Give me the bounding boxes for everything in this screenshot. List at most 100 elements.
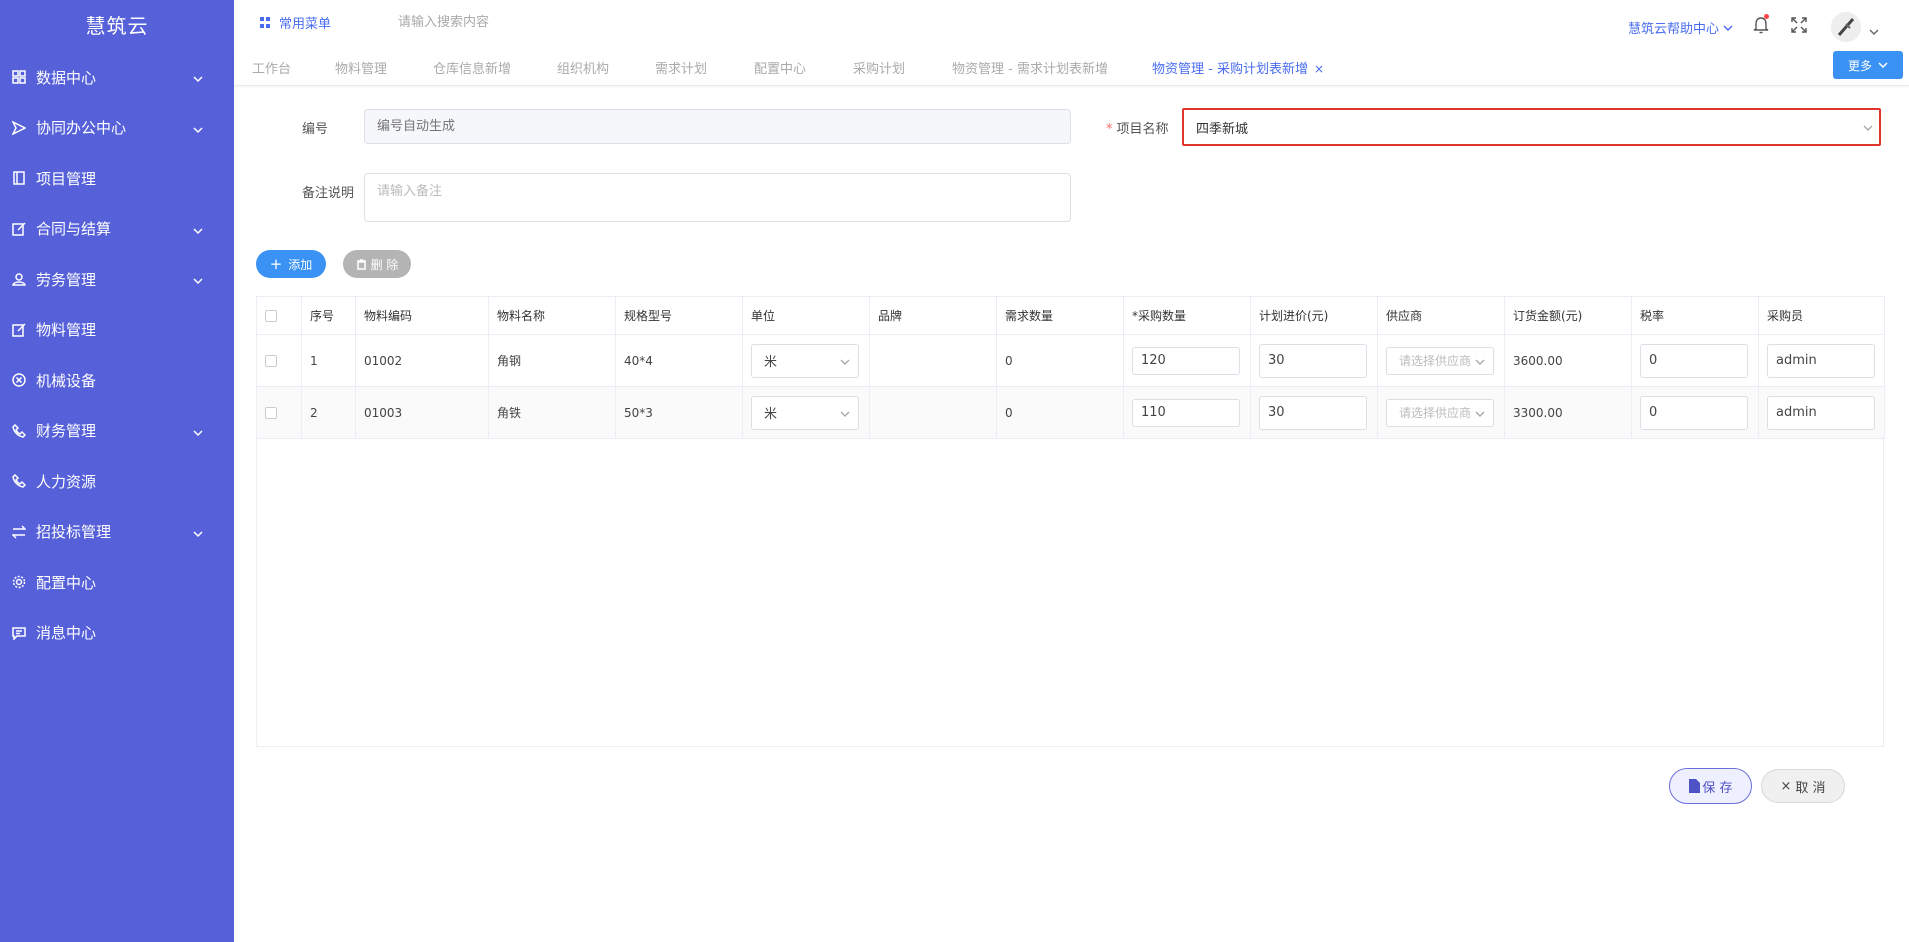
sidebar-item-config[interactable]: 配置中心 — [0, 557, 234, 608]
row-select-cell — [256, 334, 302, 387]
column-header: 品牌 — [869, 296, 997, 335]
sidebar-menu: 数据中心 协同办公中心 项目管理 合同与结算 劳务管理 物料管理 机械设备 财务… — [0, 52, 234, 658]
planned-price-input[interactable]: 30 — [1259, 343, 1367, 378]
row-checkbox[interactable] — [265, 355, 277, 367]
tab-demand-plan[interactable]: 需求计划 — [655, 58, 707, 77]
select-all-checkbox[interactable] — [265, 310, 277, 322]
save-button[interactable]: 保 存 — [1669, 768, 1752, 804]
tab-warehouse-add[interactable]: 仓库信息新增 — [433, 58, 511, 77]
tab-config-center[interactable]: 配置中心 — [754, 58, 806, 77]
buyer-input[interactable]: admin — [1767, 343, 1875, 378]
brand-cell — [869, 334, 997, 387]
chevron-down-icon — [1878, 62, 1888, 69]
planned-price-input[interactable]: 30 — [1259, 395, 1367, 430]
edit-icon — [12, 323, 26, 337]
spec-cell: 40*4 — [615, 334, 743, 387]
buyer-cell: admin — [1758, 386, 1885, 439]
notification-bell-icon[interactable] — [1753, 14, 1769, 34]
favorites-menu[interactable]: 常用菜单 — [260, 13, 331, 32]
chevron-down-icon — [192, 425, 204, 437]
tab-label: 物资管理 - 采购计划表新增 — [1152, 62, 1308, 77]
sidebar-item-label: 消息中心 — [36, 624, 97, 643]
sidebar-item-labor[interactable]: 劳务管理 — [0, 254, 234, 305]
tax-rate-cell: 0 — [1631, 386, 1759, 439]
app-logo-title: 慧筑云 — [85, 14, 149, 38]
sidebar-item-material[interactable]: 物料管理 — [0, 305, 234, 356]
cancel-label: 取 消 — [1795, 780, 1826, 796]
tax-rate-input[interactable]: 0 — [1640, 395, 1748, 430]
sidebar-item-label: 项目管理 — [36, 169, 97, 188]
sidebar-item-contract[interactable]: 合同与结算 — [0, 204, 234, 255]
search-input[interactable] — [398, 10, 638, 34]
fullscreen-icon[interactable] — [1791, 17, 1807, 33]
sidebar-item-finance[interactable]: 财务管理 — [0, 406, 234, 457]
sidebar-item-hr[interactable]: 人力资源 — [0, 456, 234, 507]
select-all-cell — [256, 296, 302, 335]
column-header: 订货金额(元) — [1504, 296, 1632, 335]
order-amount-cell: 3600.00 — [1504, 334, 1632, 387]
sidebar-item-messages[interactable]: 消息中心 — [0, 608, 234, 659]
supplier-select[interactable]: 请选择供应商 — [1386, 346, 1494, 375]
buyer-input[interactable]: admin — [1767, 395, 1875, 430]
tab-organization[interactable]: 组织机构 — [557, 58, 609, 77]
unit-value: 米 — [764, 355, 778, 370]
tab-workbench[interactable]: 工作台 — [252, 58, 291, 77]
avatar[interactable] — [1831, 12, 1861, 42]
sidebar-item-label: 数据中心 — [36, 68, 97, 87]
column-header: 物料名称 — [488, 296, 616, 335]
sidebar-item-collaboration[interactable]: 协同办公中心 — [0, 103, 234, 154]
purchase-qty-cell: 110 — [1123, 386, 1251, 439]
add-label: 添加 — [288, 257, 313, 272]
tab-purchase-plan[interactable]: 采购计划 — [853, 58, 905, 77]
save-file-icon — [1689, 779, 1701, 793]
column-header: 序号 — [301, 296, 356, 335]
material-code-cell: 01003 — [355, 386, 489, 439]
column-header: *采购数量 — [1123, 296, 1251, 335]
save-label: 保 存 — [1702, 780, 1733, 796]
row-select-cell — [256, 386, 302, 439]
help-center-link[interactable]: 慧筑云帮助中心 — [1628, 18, 1733, 37]
edit-icon — [12, 222, 26, 236]
sidebar-item-bidding[interactable]: 招投标管理 — [0, 507, 234, 558]
sidebar-item-label: 物料管理 — [36, 321, 97, 340]
chevron-down-icon[interactable] — [1869, 22, 1879, 35]
message-icon — [12, 626, 26, 640]
project-name-select[interactable]: 四季新城 — [1182, 108, 1881, 146]
order-amount-cell: 3300.00 — [1504, 386, 1632, 439]
delete-row-button[interactable]: 删 除 — [343, 250, 411, 278]
unit-select[interactable]: 米 — [751, 343, 859, 378]
phone-icon — [12, 423, 26, 438]
add-row-button[interactable]: + 添加 — [256, 250, 326, 278]
chevron-down-icon — [192, 223, 204, 235]
purchase-qty-input[interactable]: 120 — [1132, 346, 1240, 375]
sidebar-item-project[interactable]: 项目管理 — [0, 153, 234, 204]
close-icon[interactable]: × — [1314, 62, 1324, 76]
cancel-button[interactable]: × 取 消 — [1761, 769, 1845, 803]
tab-purchase-plan-add[interactable]: 物资管理 - 采购计划表新增 × — [1152, 58, 1324, 77]
chevron-down-icon — [1475, 356, 1485, 366]
column-header: 采购员 — [1758, 296, 1885, 335]
remark-field[interactable] — [364, 173, 1071, 222]
column-header: 供应商 — [1377, 296, 1505, 335]
tax-rate-input[interactable]: 0 — [1640, 343, 1748, 378]
tab-bar: 工作台 物料管理 仓库信息新增 组织机构 需求计划 配置中心 采购计划 物资管理… — [234, 48, 1909, 86]
supplier-select[interactable]: 请选择供应商 — [1386, 398, 1494, 427]
book-icon — [12, 171, 26, 185]
user-icon — [12, 272, 26, 286]
demand-qty-cell: 0 — [996, 386, 1124, 439]
row-checkbox[interactable] — [265, 407, 277, 419]
unit-select[interactable]: 米 — [751, 395, 859, 430]
tab-demand-plan-add[interactable]: 物资管理 - 需求计划表新增 — [952, 58, 1108, 77]
sidebar-item-machinery[interactable]: 机械设备 — [0, 355, 234, 406]
circle-x-icon — [12, 373, 26, 387]
tab-material-management[interactable]: 物料管理 — [335, 58, 387, 77]
purchase-qty-cell: 120 — [1123, 334, 1251, 387]
unit-value: 米 — [764, 407, 778, 422]
more-tabs-button[interactable]: 更多 — [1833, 51, 1903, 79]
code-field[interactable] — [364, 109, 1071, 144]
column-header: 规格型号 — [615, 296, 743, 335]
demand-qty-cell: 0 — [996, 334, 1124, 387]
delete-label: 删 除 — [370, 257, 399, 272]
purchase-qty-input[interactable]: 110 — [1132, 398, 1240, 427]
sidebar-item-data-center[interactable]: 数据中心 — [0, 52, 234, 103]
